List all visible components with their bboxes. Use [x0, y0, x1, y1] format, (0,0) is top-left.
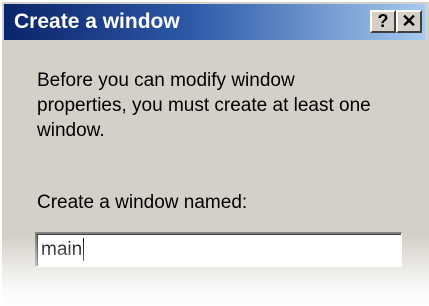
close-button[interactable]: ✕ [396, 10, 422, 33]
title-bar[interactable]: Create a window ? ✕ [4, 4, 425, 40]
help-button[interactable]: ? [370, 10, 396, 33]
dialog-title: Create a window [14, 10, 180, 33]
create-window-dialog: Create a window ? ✕ Before you can modif… [0, 0, 429, 306]
window-name-input[interactable] [35, 232, 402, 267]
text-caret [83, 238, 84, 261]
question-mark-icon: ? [377, 11, 389, 31]
close-icon: ✕ [401, 11, 417, 31]
window-name-label: Create a window named: [37, 192, 248, 213]
info-message: Before you can modify window properties,… [37, 70, 371, 141]
